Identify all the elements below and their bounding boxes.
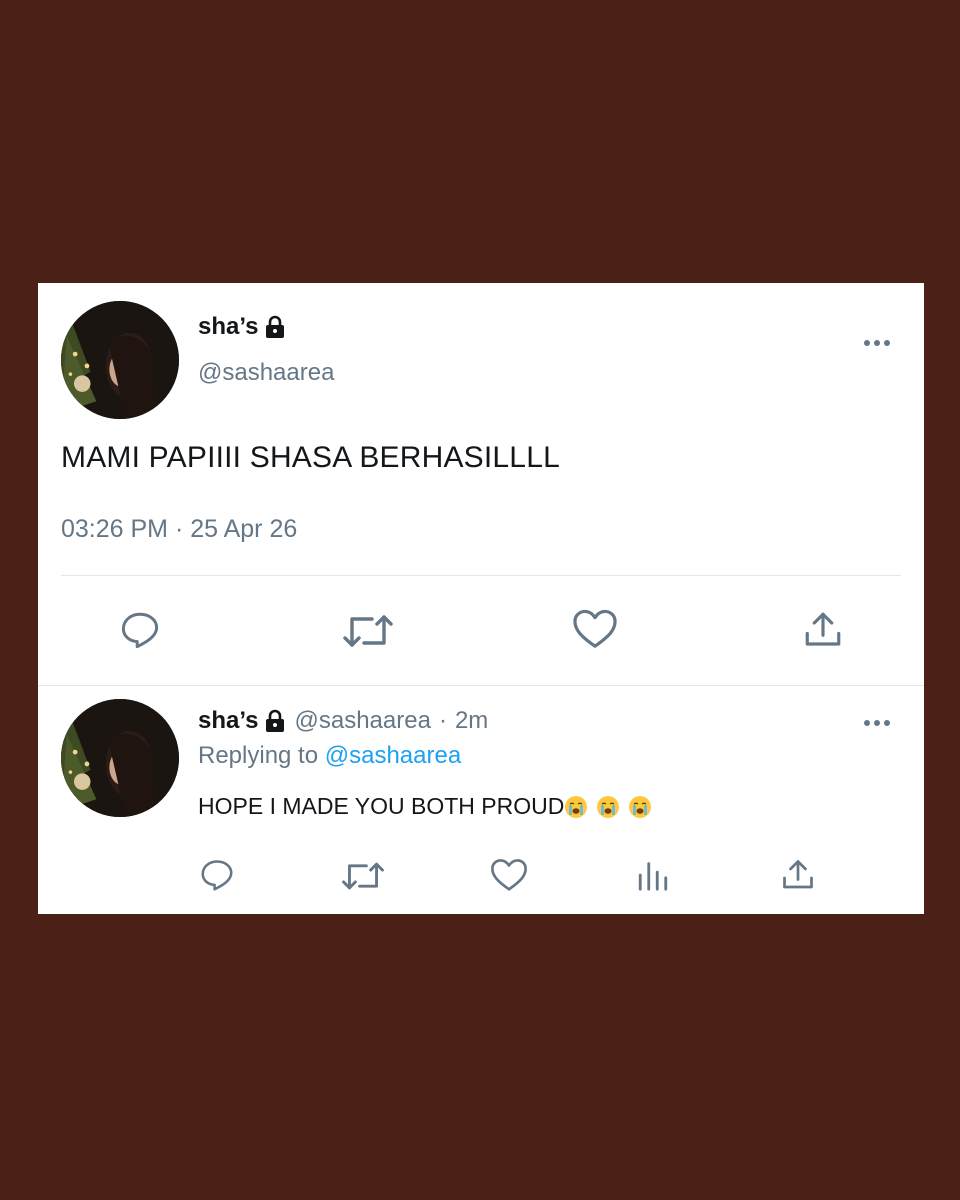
handle[interactable]: @sashaarea — [198, 359, 334, 387]
display-name[interactable]: sha’s — [198, 313, 286, 341]
crying-face-emoji — [596, 795, 620, 819]
reply-icon[interactable] — [118, 609, 162, 651]
more-icon[interactable] — [862, 715, 892, 726]
crying-face-emoji — [628, 795, 652, 819]
avatar[interactable] — [61, 301, 179, 419]
timestamp[interactable]: 03:26 PM · 25 Apr 26 — [61, 515, 297, 544]
divider — [61, 575, 901, 576]
avatar[interactable] — [61, 699, 179, 817]
retweet-icon[interactable] — [342, 611, 394, 651]
like-icon[interactable] — [572, 608, 618, 650]
display-name-text: sha’s — [198, 313, 259, 340]
display-name[interactable]: sha’s — [198, 707, 286, 735]
lock-icon — [264, 315, 286, 339]
reply-text-content: HOPE I MADE YOU BOTH PROUD — [198, 793, 565, 819]
handle[interactable]: @sashaarea — [294, 707, 430, 735]
reply-text: HOPE I MADE YOU BOTH PROUD — [198, 793, 652, 820]
replying-to: Replying to @sashaarea — [198, 742, 461, 770]
replying-handle-link[interactable]: @sashaarea — [325, 742, 461, 769]
like-icon[interactable] — [490, 857, 528, 893]
retweet-icon[interactable] — [341, 859, 385, 893]
reply-header: sha’s @sashaarea · 2m — [198, 707, 488, 735]
separator: · — [438, 707, 447, 734]
share-icon[interactable] — [802, 609, 844, 651]
tweet-card: sha’s @sashaarea MAMI PAPIIII SHASA BERH… — [38, 283, 924, 914]
time-ago[interactable]: 2m — [455, 707, 488, 735]
analytics-icon[interactable] — [636, 857, 670, 893]
reply-icon[interactable] — [198, 857, 236, 893]
crying-face-emoji — [564, 795, 588, 819]
lock-icon — [264, 709, 286, 733]
replying-prefix: Replying to — [198, 742, 319, 769]
tweet-separator — [38, 685, 924, 686]
tweet-text: MAMI PAPIIII SHASA BERHASILLLL — [61, 441, 560, 474]
share-icon[interactable] — [780, 857, 816, 893]
more-icon[interactable] — [862, 335, 892, 346]
display-name-text: sha’s — [198, 707, 259, 734]
